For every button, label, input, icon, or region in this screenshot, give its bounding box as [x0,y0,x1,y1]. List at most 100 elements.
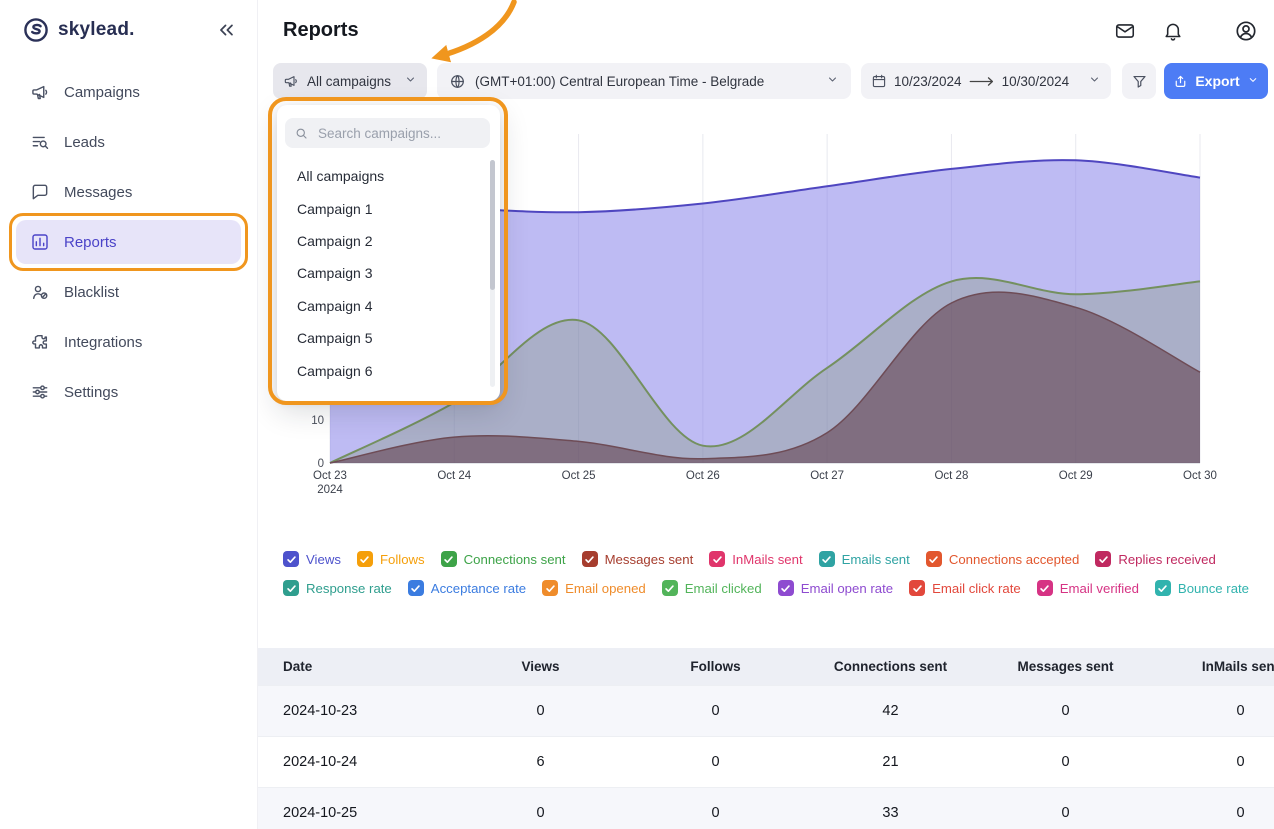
sidebar-collapse-icon[interactable] [215,19,237,41]
legend-item[interactable]: Replies received [1095,551,1216,567]
legend-item-label: Response rate [306,581,392,596]
checkbox-checked-icon[interactable] [357,551,373,567]
skylead-logo: skylead. [22,16,135,44]
search-icon [294,126,309,141]
dropdown-item[interactable]: Campaign 4 [277,290,486,322]
checkbox-checked-icon[interactable] [1155,580,1171,596]
legend-item[interactable]: Response rate [283,580,392,596]
checkbox-checked-icon[interactable] [408,580,424,596]
checkbox-checked-icon[interactable] [778,580,794,596]
legend-item[interactable]: Emails sent [819,551,910,567]
dropdown-item[interactable]: Campaign 5 [277,322,486,354]
account-avatar-icon[interactable] [1234,19,1258,43]
reports-chart-icon [30,232,50,252]
table-row: 2024-10-25003300 [258,787,1274,829]
export-button[interactable]: Export [1164,63,1268,99]
legend-item[interactable]: Bounce rate [1155,580,1249,596]
legend-item[interactable]: Email opened [542,580,646,596]
checkbox-checked-icon[interactable] [662,580,678,596]
legend-item[interactable]: Messages sent [582,551,694,567]
megaphone-icon [283,73,299,89]
date-to-value: 10/30/2024 [1002,74,1070,89]
notifications-bell-icon[interactable] [1162,20,1184,42]
header-icons [1114,19,1258,43]
app: skylead. Campaigns Leads Messages Reports Bl… [0,0,1274,829]
checkbox-checked-icon[interactable] [926,551,942,567]
legend-item[interactable]: Email verified [1037,580,1139,596]
sidebar-item-blacklist[interactable]: Blacklist [16,270,241,314]
table-header-cell: InMails sent [1153,648,1274,685]
filter-button[interactable] [1122,63,1156,99]
legend-item[interactable]: Acceptance rate [408,580,526,596]
campaign-dropdown-list: All campaignsCampaign 1Campaign 2Campaig… [277,160,486,387]
value-cell: 0 [453,787,628,829]
value-cell: 21 [803,736,978,787]
value-cell: 0 [628,685,803,736]
value-cell: 0 [1153,787,1274,829]
dropdown-item[interactable]: Campaign 3 [277,257,486,289]
campaign-selector-button[interactable]: All campaigns [273,63,427,99]
table-row: 2024-10-24602100 [258,736,1274,787]
table-header-cell: Messages sent [978,648,1153,685]
sidebar-item-leads[interactable]: Leads [16,120,241,164]
value-cell: 0 [1153,685,1274,736]
dropdown-scrollbar-thumb[interactable] [490,160,495,290]
value-cell: 6 [453,736,628,787]
dropdown-item[interactable]: Campaign 6 [277,354,486,386]
chevron-down-icon [1088,73,1101,89]
date-cell: 2024-10-24 [258,736,453,787]
campaign-search-input[interactable] [316,125,481,142]
legend-item[interactable]: InMails sent [709,551,802,567]
legend-item[interactable]: Views [283,551,341,567]
funnel-filter-icon [1131,73,1148,90]
svg-text:0: 0 [318,458,324,470]
legend-item[interactable]: Email open rate [778,580,893,596]
legend-item[interactable]: Email click rate [909,580,1021,596]
checkbox-checked-icon[interactable] [909,580,925,596]
legend-item[interactable]: Follows [357,551,425,567]
sliders-icon [30,382,50,402]
checkbox-checked-icon[interactable] [582,551,598,567]
campaign-search-box[interactable] [285,118,490,148]
sidebar-item-campaigns[interactable]: Campaigns [16,70,241,114]
checkbox-checked-icon[interactable] [819,551,835,567]
arrow-right-icon [969,76,995,87]
dropdown-item[interactable]: Campaign 1 [277,192,486,224]
date-range-picker[interactable]: 10/23/2024 10/30/2024 [861,63,1111,99]
chevron-down-icon [404,73,417,89]
legend-item[interactable]: Email clicked [662,580,762,596]
checkbox-checked-icon[interactable] [1037,580,1053,596]
chart-legend: Views Follows Connections sent Messages sen… [283,551,1249,609]
page-title: Reports [283,19,359,42]
sidebar-item-integrations[interactable]: Integrations [16,320,241,364]
value-cell: 0 [978,685,1153,736]
globe-icon [449,73,466,90]
sidebar-header: skylead. [0,0,257,56]
checkbox-checked-icon[interactable] [709,551,725,567]
dropdown-item[interactable]: Campaign 2 [277,225,486,257]
checkbox-checked-icon[interactable] [283,580,299,596]
svg-text:Oct 26: Oct 26 [686,470,720,482]
date-cell: 2024-10-25 [258,787,453,829]
dropdown-item[interactable]: All campaigns [277,160,486,192]
svg-text:Oct 25: Oct 25 [562,470,596,482]
legend-item[interactable]: Connections sent [441,551,566,567]
checkbox-checked-icon[interactable] [283,551,299,567]
checkbox-checked-icon[interactable] [542,580,558,596]
table-header-cell: Follows [628,648,803,685]
sidebar-nav: Campaigns Leads Messages Reports Blacklist In… [0,56,257,414]
sidebar-item-messages[interactable]: Messages [16,170,241,214]
inbox-envelope-icon[interactable] [1114,20,1136,42]
sidebar-item-settings[interactable]: Settings [16,370,241,414]
checkbox-checked-icon[interactable] [1095,551,1111,567]
sidebar-item-label: Settings [64,384,118,401]
sidebar-item-reports[interactable]: Reports [16,220,241,264]
timezone-select[interactable]: (GMT+01:00) Central European Time - Belg… [437,63,851,99]
sidebar: skylead. Campaigns Leads Messages Reports Bl… [0,0,258,829]
checkbox-checked-icon[interactable] [441,551,457,567]
legend-item[interactable]: Connections accepted [926,551,1080,567]
svg-text:Oct 24: Oct 24 [437,470,471,482]
svg-text:Oct 27: Oct 27 [810,470,844,482]
sidebar-item-label: Integrations [64,334,142,351]
puzzle-icon [30,332,50,352]
